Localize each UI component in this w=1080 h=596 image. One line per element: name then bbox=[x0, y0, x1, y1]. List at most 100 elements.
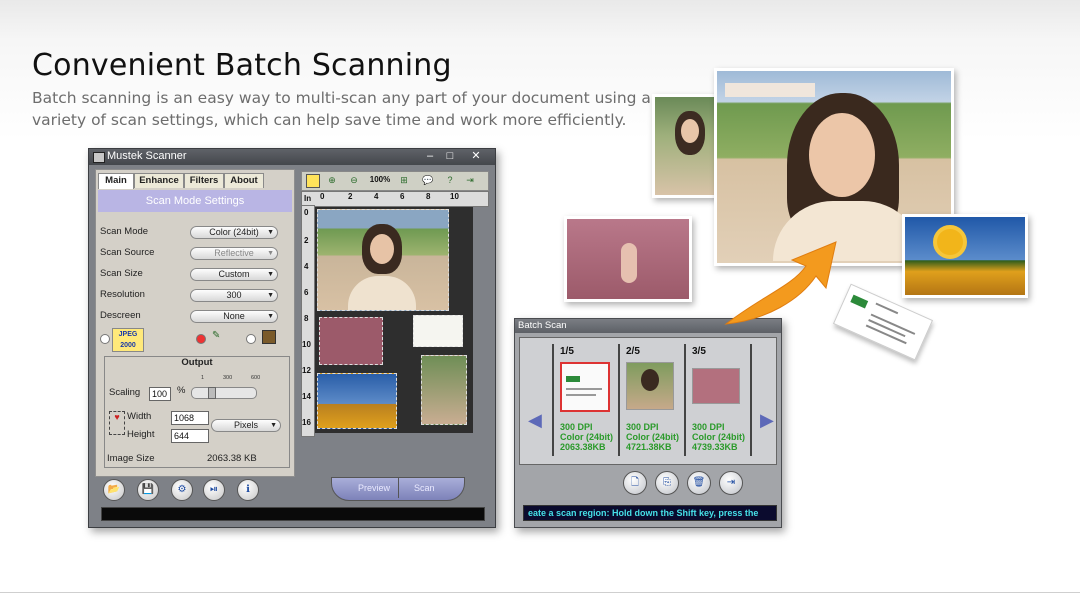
batch-item-size: 2063.38KB bbox=[560, 442, 606, 452]
batch-item-info: 300 DPI Color (24bit) 4739.33KB bbox=[692, 422, 745, 452]
lock-aspect-icon[interactable]: ♥ bbox=[109, 411, 125, 435]
scan-preview-area[interactable] bbox=[315, 207, 473, 433]
chevron-down-icon: ▼ bbox=[267, 313, 274, 320]
scale-tick-1: 1 bbox=[201, 375, 205, 381]
scaling-input[interactable]: 100 bbox=[149, 387, 171, 401]
width-label: Width bbox=[127, 411, 152, 422]
scan-size-select[interactable]: Custom ▼ bbox=[190, 268, 278, 281]
chevron-down-icon: ▼ bbox=[267, 250, 274, 257]
select-area-icon[interactable] bbox=[306, 174, 320, 188]
batch-item[interactable]: 2/5 300 DPI Color (24bit) 4721.38KB bbox=[618, 344, 682, 456]
slider-handle[interactable] bbox=[208, 387, 216, 399]
batch-status-bar: eate a scan region: Hold down the Shift … bbox=[523, 505, 777, 521]
batch-item-mode: Color (24bit) bbox=[692, 432, 745, 442]
scan-region-portrait[interactable] bbox=[317, 209, 449, 311]
unit-select[interactable]: Pixels ▼ bbox=[211, 419, 281, 432]
exit-icon[interactable]: ⇥ bbox=[464, 174, 476, 186]
batch-scan-window: Batch Scan ◀ 1/5 300 DPI Color (24bit) 2… bbox=[514, 318, 782, 528]
scan-region-sunflower[interactable] bbox=[317, 373, 397, 429]
preview-toolbar: ⊕ ⊖ 100% ⊞ 💬 ? ⇥ bbox=[301, 171, 489, 191]
scan-region-business-card[interactable] bbox=[413, 315, 463, 347]
resolution-select[interactable]: 300 ▼ bbox=[190, 289, 278, 302]
zoom-in-icon[interactable]: ⊕ bbox=[326, 174, 338, 186]
portrait-face bbox=[370, 234, 394, 264]
copy-button[interactable]: ⎘ bbox=[655, 471, 679, 495]
fit-icon[interactable]: ⊞ bbox=[398, 174, 410, 186]
percent-label: % bbox=[177, 385, 186, 396]
color-match-icon[interactable]: ✎ bbox=[212, 330, 226, 342]
descreen-label: Descreen bbox=[100, 310, 141, 321]
scan-region-portrait-small[interactable] bbox=[421, 355, 467, 425]
ruler-v-tick: 10 bbox=[302, 340, 311, 349]
jpeg2000-icon[interactable]: JPEG 2000 bbox=[112, 328, 144, 352]
batch-item-number: 1/5 bbox=[560, 346, 574, 357]
photo-sunflower-head bbox=[933, 225, 967, 259]
width-input[interactable]: 1068 bbox=[171, 411, 209, 425]
batch-button[interactable]: ⏯ bbox=[203, 479, 225, 501]
scan-source-select[interactable]: Reflective ▼ bbox=[190, 247, 278, 260]
prev-arrow-icon[interactable]: ◀ bbox=[528, 410, 542, 431]
chevron-down-icon: ▼ bbox=[267, 292, 274, 299]
tab-filters[interactable]: Filters bbox=[184, 173, 224, 188]
descreen-select[interactable]: None ▼ bbox=[190, 310, 278, 323]
batch-item-dpi: 300 DPI bbox=[626, 422, 659, 432]
batch-item-number: 2/5 bbox=[626, 346, 640, 357]
delete-button[interactable]: 🗑 bbox=[687, 471, 711, 495]
save-button[interactable]: 💾 bbox=[137, 479, 159, 501]
help-icon[interactable]: ? bbox=[444, 174, 456, 186]
orange-arrow-icon bbox=[724, 241, 837, 325]
photo-sunflower bbox=[902, 214, 1028, 298]
portrait-shoulders bbox=[348, 276, 416, 310]
new-page-button[interactable]: 🗋 bbox=[623, 471, 647, 495]
scale-tick-600: 600 bbox=[251, 375, 261, 381]
film-icon[interactable] bbox=[262, 330, 276, 344]
height-input[interactable]: 644 bbox=[171, 429, 209, 443]
scan-size-value: Custom bbox=[218, 269, 250, 279]
chevron-down-icon: ▼ bbox=[270, 422, 277, 429]
slot-divider bbox=[750, 344, 752, 456]
maximize-icon[interactable]: □ bbox=[441, 149, 459, 163]
batch-item-mode: Color (24bit) bbox=[560, 432, 613, 442]
settings-button[interactable]: ⚙ bbox=[171, 479, 193, 501]
batch-item-mode: Color (24bit) bbox=[626, 432, 679, 442]
color-radio[interactable] bbox=[196, 334, 206, 344]
scan-source-label: Scan Source bbox=[100, 247, 155, 258]
scaling-slider[interactable] bbox=[191, 387, 257, 399]
preview-button[interactable]: Preview bbox=[358, 483, 390, 493]
scan-region-child-photo[interactable] bbox=[319, 317, 383, 365]
output-group: Output Scaling 100 % 1 300 600 ♥ Width 1… bbox=[104, 356, 290, 468]
batch-item-info: 300 DPI Color (24bit) 2063.38KB bbox=[560, 422, 613, 452]
headline: Convenient Batch Scanning bbox=[32, 48, 452, 83]
minimize-icon[interactable]: – bbox=[421, 149, 439, 163]
ruler-v-tick: 16 bbox=[302, 418, 311, 427]
batch-item[interactable]: 1/5 300 DPI Color (24bit) 2063.38KB bbox=[552, 344, 616, 456]
batch-item-dpi: 300 DPI bbox=[560, 422, 593, 432]
zoom-out-icon[interactable]: ⊖ bbox=[348, 174, 360, 186]
ruler-h-tick: 0 bbox=[320, 192, 325, 201]
open-folder-button[interactable]: 📂 bbox=[103, 479, 125, 501]
close-icon[interactable]: ✕ bbox=[467, 149, 485, 163]
scale-tick-300: 300 bbox=[223, 375, 233, 381]
comment-icon[interactable]: 💬 bbox=[422, 174, 434, 186]
photo-face bbox=[809, 113, 875, 197]
scan-button[interactable]: Scan bbox=[414, 483, 435, 493]
zoom-level[interactable]: 100% bbox=[368, 174, 392, 186]
batch-list-panel: ◀ 1/5 300 DPI Color (24bit) 2063.38KB 2/… bbox=[519, 337, 777, 465]
jpeg-radio[interactable] bbox=[100, 334, 110, 344]
film-radio[interactable] bbox=[246, 334, 256, 344]
scaling-label: Scaling bbox=[109, 387, 141, 398]
next-arrow-icon[interactable]: ▶ bbox=[760, 410, 774, 431]
preview-scan-buttons: Preview Scan bbox=[331, 477, 465, 501]
batch-item-dpi: 300 DPI bbox=[692, 422, 725, 432]
ruler-vertical: 0 2 4 6 8 10 12 14 16 bbox=[301, 205, 315, 437]
batch-item[interactable]: 3/5 300 DPI Color (24bit) 4739.33KB bbox=[684, 344, 748, 456]
tab-main[interactable]: Main bbox=[98, 173, 134, 189]
chevron-down-icon: ▼ bbox=[267, 271, 274, 278]
tab-enhance[interactable]: Enhance bbox=[134, 173, 184, 188]
info-button[interactable]: ℹ bbox=[237, 479, 259, 501]
tab-about[interactable]: About bbox=[224, 173, 264, 188]
import-button[interactable]: ⇥ bbox=[719, 471, 743, 495]
scan-mode-select[interactable]: Color (24bit) ▼ bbox=[190, 226, 278, 239]
ruler-v-tick: 8 bbox=[304, 314, 309, 323]
subtitle: Batch scanning is an easy way to multi-s… bbox=[32, 89, 651, 129]
